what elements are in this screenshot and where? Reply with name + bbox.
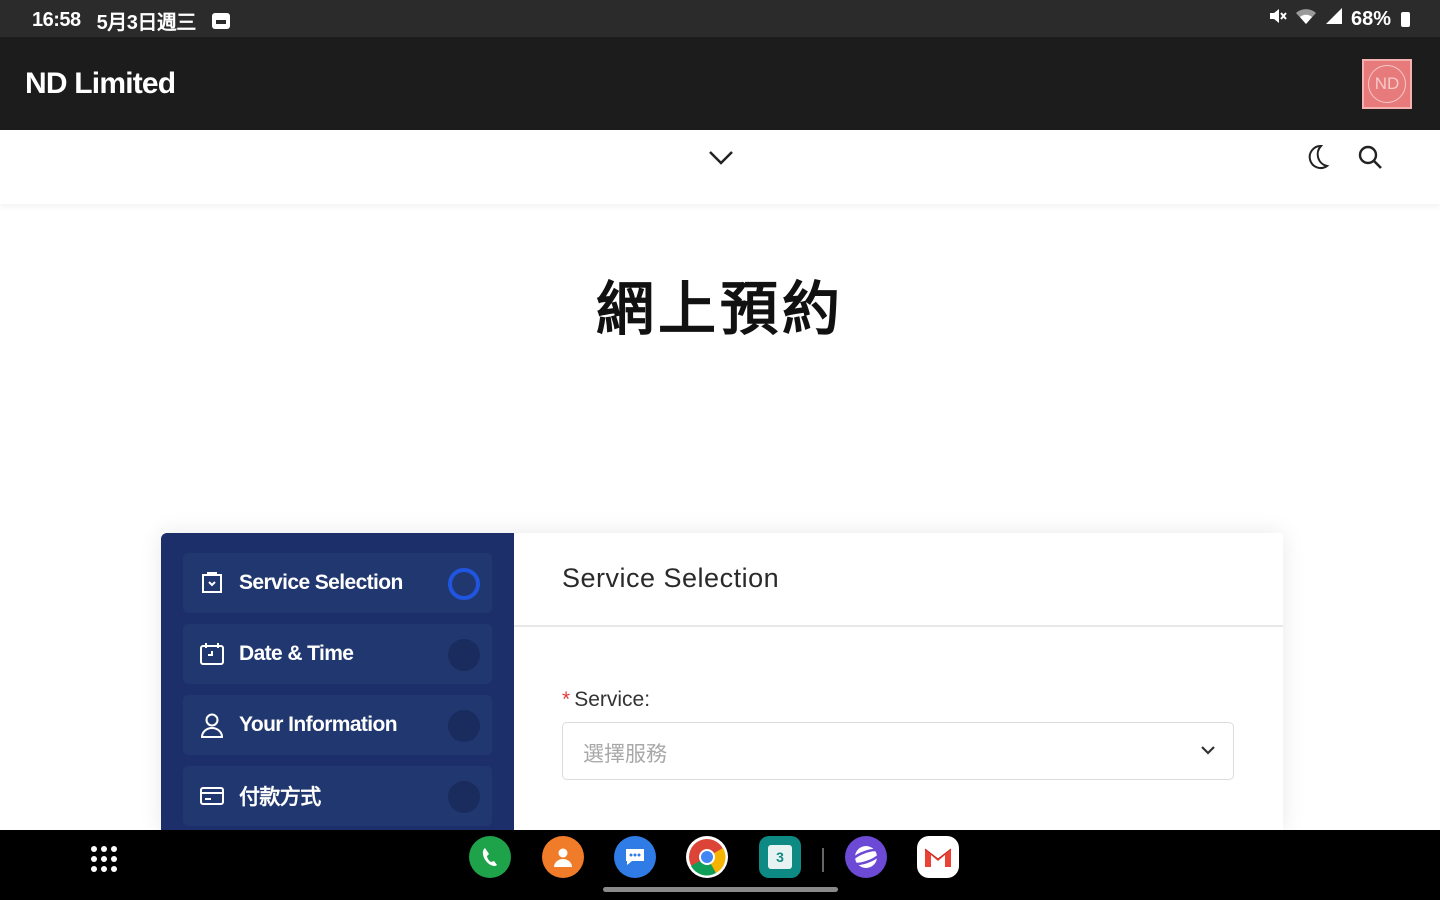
step-service-selection[interactable]: Service Selection xyxy=(183,553,492,613)
step-status-indicator xyxy=(448,710,480,742)
user-icon xyxy=(199,712,225,738)
step-status-indicator xyxy=(448,781,480,813)
booking-card: Service Selection Date & Time Your Infor… xyxy=(161,533,1283,833)
messages-app-icon[interactable] xyxy=(614,836,656,878)
payment-icon xyxy=(199,783,225,809)
step-status-indicator xyxy=(448,639,480,671)
phone-app-icon[interactable] xyxy=(469,836,511,878)
service-label-text: Service: xyxy=(574,688,651,711)
service-select[interactable]: 選擇服務 xyxy=(562,722,1234,780)
step-label: 付款方式 xyxy=(239,786,321,809)
calendar-day: 3 xyxy=(768,845,792,869)
mute-icon xyxy=(1267,6,1287,32)
battery-percent: 68% xyxy=(1350,7,1391,30)
calendar-icon xyxy=(199,641,225,667)
status-bar: 16:58 5月3日週三 68% xyxy=(0,0,1440,37)
moon-icon[interactable] xyxy=(1304,142,1330,177)
step-date-time[interactable]: Date & Time xyxy=(183,624,492,684)
search-icon[interactable] xyxy=(1356,142,1384,177)
booking-steps-sidebar: Service Selection Date & Time Your Infor… xyxy=(161,533,514,833)
chrome-app-icon[interactable] xyxy=(686,836,728,878)
chevron-down-icon xyxy=(1199,741,1217,765)
dock-separator xyxy=(822,848,824,872)
page-title: 網上預約 xyxy=(595,275,844,343)
avatar[interactable]: ND xyxy=(1362,59,1412,109)
sub-nav xyxy=(0,130,1440,204)
section-title: Service Selection xyxy=(514,533,1283,627)
step-your-information[interactable]: Your Information xyxy=(183,695,492,755)
image-icon xyxy=(211,12,230,29)
step-label: Your Information xyxy=(239,713,398,736)
service-field-label: * Service: xyxy=(562,688,650,712)
status-date: 5月3日週三 xyxy=(96,12,197,34)
wifi-icon xyxy=(1295,7,1317,31)
app-bar: ND Limited ND xyxy=(0,37,1440,130)
chevron-down-icon[interactable] xyxy=(706,142,736,177)
service-select-placeholder: 選擇服務 xyxy=(583,743,667,766)
status-time: 16:58 xyxy=(32,9,81,31)
booking-content: Service Selection * Service: 選擇服務 xyxy=(514,533,1283,833)
step-label: Date & Time xyxy=(239,642,354,665)
avatar-text: ND xyxy=(1368,65,1406,103)
calendar-app-icon[interactable]: 3 xyxy=(759,836,801,878)
service-icon xyxy=(199,570,225,596)
step-status-indicator xyxy=(448,568,480,600)
step-label: Service Selection xyxy=(239,571,403,594)
app-title[interactable]: ND Limited xyxy=(25,67,176,101)
signal-icon xyxy=(1325,7,1343,31)
gmail-app-icon[interactable] xyxy=(917,836,959,878)
required-mark: * xyxy=(562,688,571,711)
step-payment-method[interactable]: 付款方式 xyxy=(183,766,492,826)
contacts-app-icon[interactable] xyxy=(542,836,584,878)
taskbar: 3 xyxy=(0,830,1440,900)
app-drawer-icon[interactable] xyxy=(91,846,117,872)
battery-icon xyxy=(1401,11,1410,27)
internet-app-icon[interactable] xyxy=(845,836,887,878)
home-indicator[interactable] xyxy=(603,887,838,892)
